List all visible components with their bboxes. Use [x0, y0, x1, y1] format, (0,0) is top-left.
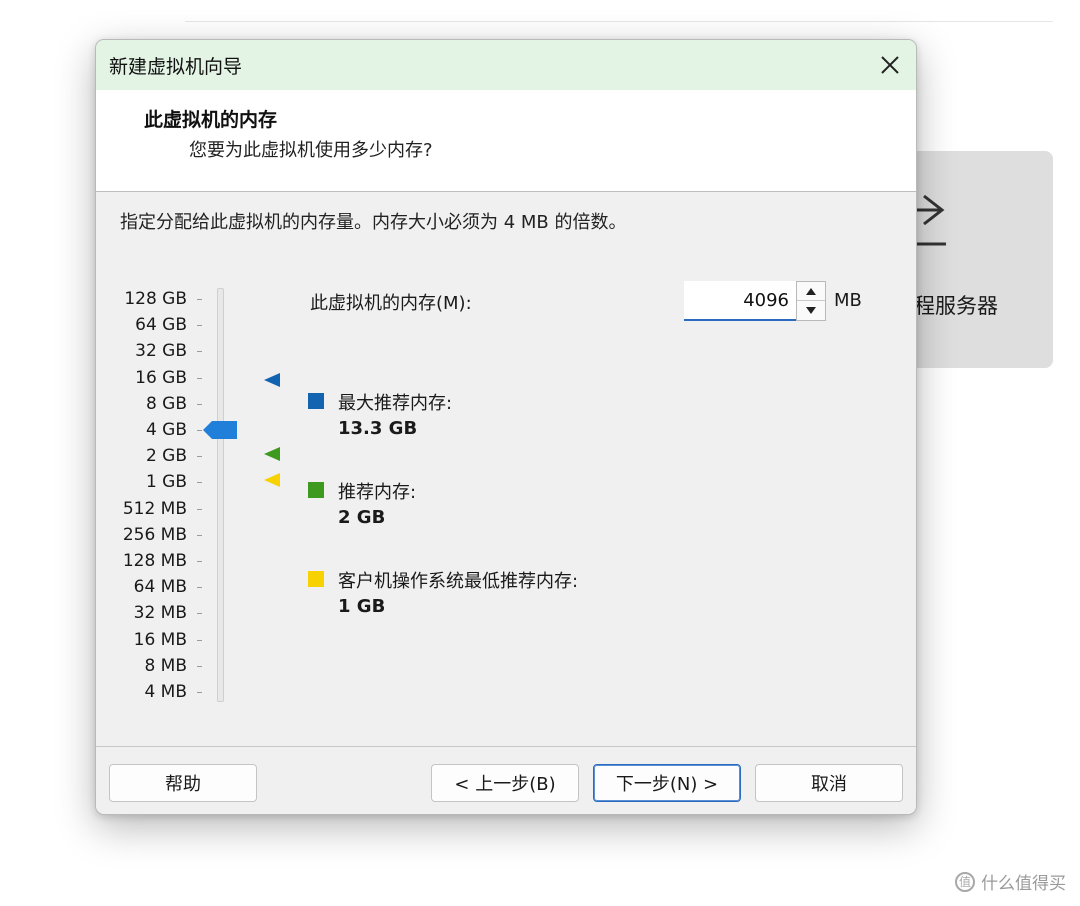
memory-slider-thumb[interactable]: [203, 421, 237, 439]
page-subtitle: 您要为此虚拟机使用多少内存?: [189, 140, 433, 161]
triangle-up-icon: [806, 287, 816, 295]
scale-label: 16 MB: [133, 629, 187, 650]
recommended-swatch: [308, 482, 324, 498]
scale-tick: [197, 613, 202, 615]
scale-tick: [197, 456, 202, 458]
scale-tick: [197, 403, 202, 405]
recommended-value: 2 GB: [338, 507, 386, 528]
memory-unit: MB: [834, 290, 862, 311]
scale-label: 8 MB: [144, 655, 187, 676]
scale-label: 4 GB: [145, 420, 187, 440]
spin-up-button[interactable]: [797, 282, 825, 301]
watermark: 值 什么值得买: [955, 869, 1066, 894]
scale-tick: [197, 351, 202, 353]
scale-label: 32 MB: [133, 603, 187, 624]
triangle-down-icon: [806, 307, 816, 314]
scale-label: 128 MB: [122, 551, 187, 571]
scale-label: 2 GB: [145, 446, 187, 467]
help-button[interactable]: 帮助: [109, 764, 257, 802]
max-recommended-swatch: [308, 393, 324, 409]
recommended-marker-icon: [264, 447, 280, 461]
memory-input[interactable]: [684, 281, 796, 321]
scale-label: 256 MB: [122, 524, 187, 545]
scale-tick: [197, 587, 202, 589]
scale-tick: [197, 665, 202, 667]
scale-tick: [197, 482, 202, 484]
scale-label: 128 GB: [124, 289, 187, 309]
scale-tick: [197, 508, 202, 510]
max-recommended-value: 13.3 GB: [338, 418, 418, 439]
back-button[interactable]: < 上一步(B): [431, 764, 579, 802]
new-vm-wizard-dialog: 新建虚拟机向导 此虚拟机的内存 您要为此虚拟机使用多少内存? 指定分配给此虚拟机…: [95, 39, 917, 815]
recommended-label: 推荐内存:: [338, 482, 417, 503]
scale-tick: [197, 299, 202, 300]
scale-label: 16 GB: [135, 367, 187, 388]
background-card-label: 程服务器: [914, 294, 998, 318]
transfer-arrow-icon: [916, 194, 946, 246]
max-recommended-marker-icon: [264, 373, 280, 387]
scale-tick: [197, 561, 202, 562]
background-divider: [185, 21, 1053, 22]
scale-tick: [197, 430, 202, 431]
dialog-titlebar[interactable]: 新建虚拟机向导: [96, 40, 916, 90]
watermark-logo-icon: 值: [955, 871, 975, 892]
scale-label: 64 GB: [135, 315, 187, 336]
scale-tick: [197, 692, 202, 693]
min-recommended-marker-icon: [264, 473, 280, 487]
memory-label: 此虚拟机的内存(M):: [310, 293, 472, 314]
scale-label: 4 MB: [144, 682, 187, 702]
watermark-text: 什么值得买: [981, 874, 1066, 894]
background-card[interactable]: [900, 151, 1053, 368]
wizard-header: 此虚拟机的内存 您要为此虚拟机使用多少内存?: [96, 90, 916, 192]
memory-spinner: [796, 281, 826, 321]
scale-tick: [197, 325, 202, 327]
min-recommended-swatch: [308, 571, 324, 587]
next-button[interactable]: 下一步(N) >: [593, 764, 741, 802]
scale-label: 1 GB: [145, 472, 187, 493]
spin-down-button[interactable]: [797, 301, 825, 320]
dialog-title: 新建虚拟机向导: [109, 55, 243, 78]
close-icon[interactable]: [876, 51, 904, 79]
scale-tick: [197, 377, 202, 379]
dialog-footer: 帮助 < 上一步(B) 下一步(N) > 取消: [96, 746, 916, 814]
scale-label: 8 GB: [145, 393, 187, 414]
scale-label: 512 MB: [122, 498, 187, 519]
scale-label: 64 MB: [133, 577, 187, 598]
min-recommended-label: 客户机操作系统最低推荐内存:: [338, 571, 579, 592]
page-title: 此虚拟机的内存: [144, 109, 278, 131]
max-recommended-label: 最大推荐内存:: [338, 393, 453, 414]
instruction-text: 指定分配给此虚拟机的内存量。内存大小必须为 4 MB 的倍数。: [120, 212, 627, 233]
memory-slider-track[interactable]: [217, 288, 224, 702]
cancel-button[interactable]: 取消: [755, 764, 903, 802]
scale-label: 32 GB: [135, 341, 187, 362]
scale-tick: [197, 534, 202, 536]
scale-tick: [197, 639, 202, 641]
min-recommended-value: 1 GB: [338, 596, 386, 617]
